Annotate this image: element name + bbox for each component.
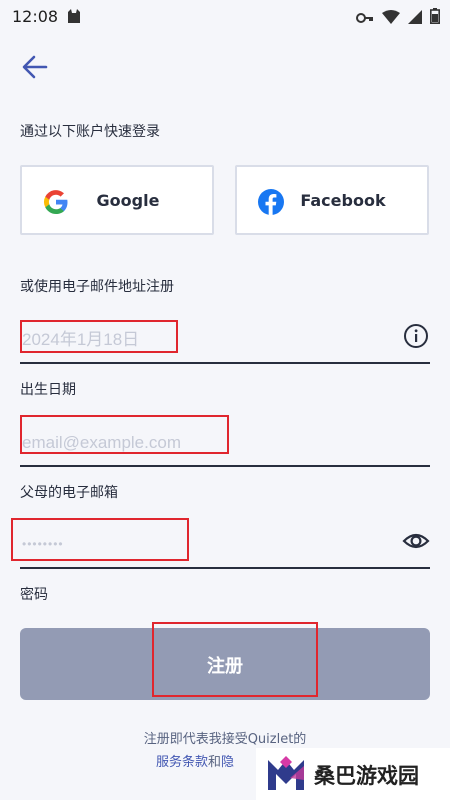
status-bar: 12:08 [0,0,450,34]
watermark: 桑巴游戏园 [256,748,450,800]
birthday-field[interactable]: 2024年1月18日 [20,308,430,364]
battery-icon [430,8,440,28]
terms-text: 注册即代表我接受Quizlet的 [143,732,307,747]
watermark-text: 桑巴游戏园 [314,764,419,788]
signup-button-label: 注册 [207,656,243,677]
birthday-caption: 出生日期 [20,382,76,398]
parent-email-placeholder: email@example.com [22,433,181,452]
birthday-value: 2024年1月18日 [22,330,140,349]
service-terms-link[interactable]: 服务条款 [156,755,208,770]
terms-links: 服务条款和隐 [156,751,234,770]
back-arrow-icon [22,55,48,79]
parent-email-field[interactable]: email@example.com [20,411,430,467]
google-login-button[interactable]: Google [20,165,214,235]
password-caption: 密码 [20,587,48,603]
signup-button[interactable]: 注册 [20,628,430,700]
watermark-logo-icon [266,756,306,796]
back-arrow-button[interactable] [20,52,50,82]
email-signup-title: 或使用电子邮件地址注册 [20,279,174,295]
cat-notification-icon [66,8,82,28]
parent-email-caption: 父母的电子邮箱 [20,485,118,501]
facebook-login-button[interactable]: Facebook [235,165,429,235]
info-icon[interactable] [402,322,430,350]
terms-and-text: 和 [208,755,222,770]
key-icon [356,9,374,28]
facebook-button-label: Facebook [300,191,386,210]
status-icons [356,8,440,28]
password-field[interactable]: •••••••• [20,513,430,569]
wifi-icon [382,9,400,28]
status-time: 12:08 [12,7,59,26]
eye-icon[interactable] [402,527,430,555]
signal-icon [408,9,422,28]
password-value: •••••••• [22,537,64,551]
quick-login-title: 通过以下账户快速登录 [20,124,160,140]
google-button-label: Google [96,191,160,210]
privacy-link[interactable]: 隐 [221,755,234,770]
